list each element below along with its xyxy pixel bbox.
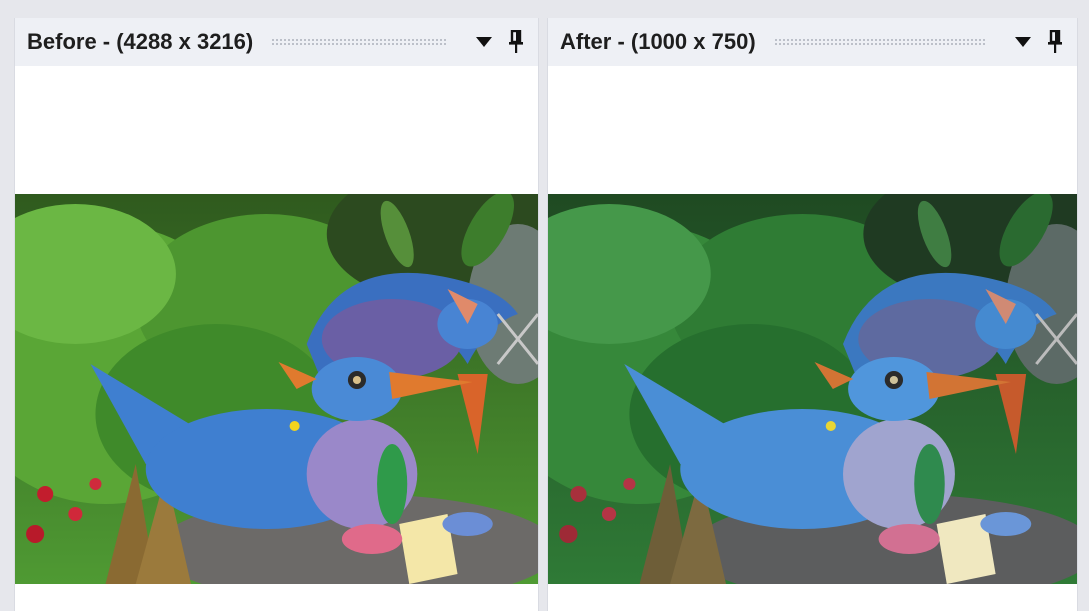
triangle-down-icon <box>1015 37 1031 47</box>
bird-statue-photo <box>548 194 1077 584</box>
before-panel: Before - (4288 x 3216) <box>14 18 539 611</box>
after-pin-button[interactable] <box>1043 28 1067 56</box>
before-image-area[interactable] <box>15 66 538 611</box>
image-compare-window: Before - (4288 x 3216) After - (1000 x 7… <box>0 0 1089 611</box>
triangle-down-icon <box>476 37 492 47</box>
pushpin-icon <box>509 30 523 53</box>
after-image-area[interactable] <box>548 66 1077 611</box>
before-panel-header[interactable]: Before - (4288 x 3216) <box>15 18 538 66</box>
bird-statue-photo <box>15 194 538 584</box>
after-photo <box>548 194 1077 584</box>
before-panel-title: Before - (4288 x 3216) <box>27 29 254 54</box>
before-pin-button[interactable] <box>504 28 528 56</box>
drag-grip[interactable] <box>271 37 448 47</box>
before-photo <box>15 194 538 584</box>
after-panel: After - (1000 x 750) <box>547 18 1078 611</box>
after-panel-header[interactable]: After - (1000 x 750) <box>548 18 1077 66</box>
before-dropdown-button[interactable] <box>472 28 496 56</box>
drag-grip[interactable] <box>773 37 987 47</box>
pushpin-icon <box>1048 30 1062 53</box>
after-panel-title: After - (1000 x 750) <box>560 29 756 54</box>
after-dropdown-button[interactable] <box>1011 28 1035 56</box>
